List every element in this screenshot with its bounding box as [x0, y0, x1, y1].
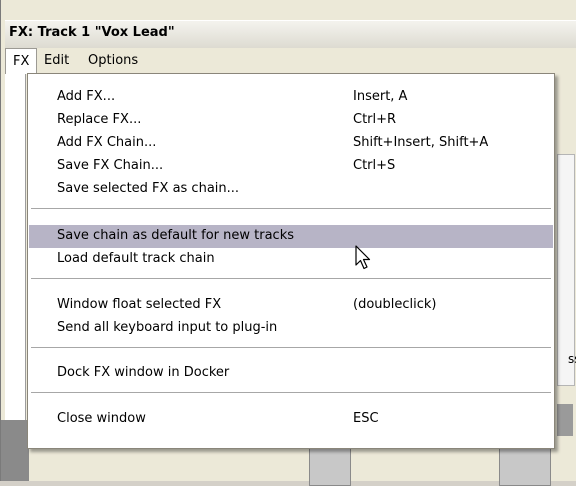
menu-item-save-chain-default[interactable]: Save chain as default for new tracks	[29, 225, 553, 248]
menu-item-label: Load default track chain	[57, 251, 215, 266]
bottom-control[interactable]	[499, 444, 551, 486]
menu-item-window-float[interactable]: Window float selected FX (doubleclick)	[29, 294, 553, 317]
right-panel	[553, 74, 576, 481]
menu-item-save-fx-chain[interactable]: Save FX Chain... Ctrl+S	[29, 155, 553, 178]
menu-item-replace-fx[interactable]: Replace FX... Ctrl+R	[29, 109, 553, 132]
menu-item-shortcut: Insert, A	[353, 89, 408, 104]
menu-item-shortcut: ESC	[353, 411, 379, 426]
menu-options[interactable]: Options	[81, 48, 145, 74]
menu-item-label: Send all keyboard input to plug-in	[57, 320, 278, 335]
title-bar[interactable]: FX: Track 1 "Vox Lead"	[5, 20, 576, 49]
menu-item-label: Save FX Chain...	[57, 158, 164, 173]
menu-item-label: Window float selected FX	[57, 297, 222, 312]
menu-item-shortcut: (doubleclick)	[353, 297, 437, 312]
partial-label: ss	[568, 352, 576, 366]
menu-item-shortcut: Shift+Insert, Shift+A	[353, 135, 489, 150]
window-title: FX: Track 1 "Vox Lead"	[9, 25, 175, 40]
menu-bar: FX Edit Options	[5, 48, 576, 74]
menu-item-label: Replace FX...	[57, 112, 142, 127]
menu-item-label: Save selected FX as chain...	[57, 181, 240, 196]
menu-item-label: Save chain as default for new tracks	[57, 228, 294, 243]
menu-item-shortcut: Ctrl+S	[353, 158, 396, 173]
fx-dropdown-menu: Add FX... Insert, A Replace FX... Ctrl+R…	[27, 73, 555, 449]
bottom-control[interactable]	[309, 444, 351, 486]
menu-separator	[31, 208, 551, 209]
menu-item-add-fx[interactable]: Add FX... Insert, A	[29, 86, 553, 109]
menu-edit[interactable]: Edit	[37, 48, 76, 74]
menu-item-label: Close window	[57, 411, 146, 426]
menu-item-send-keyboard-input[interactable]: Send all keyboard input to plug-in	[29, 317, 553, 340]
menu-item-label: Dock FX window in Docker	[57, 365, 230, 380]
menu-item-label: Add FX Chain...	[57, 135, 157, 150]
menu-item-label: Add FX...	[57, 89, 116, 104]
menu-separator	[31, 278, 551, 279]
menu-item-load-default-chain[interactable]: Load default track chain	[29, 248, 553, 271]
menu-item-close-window[interactable]: Close window ESC	[29, 408, 553, 431]
arrow-cursor-icon	[355, 245, 371, 270]
menu-separator	[31, 392, 551, 393]
grey-border	[1, 420, 29, 481]
menu-separator	[31, 347, 551, 348]
menu-item-dock-fx-window[interactable]: Dock FX window in Docker	[29, 362, 553, 385]
menu-item-shortcut: Ctrl+R	[353, 112, 397, 127]
menu-fx[interactable]: FX	[5, 48, 38, 74]
menu-item-save-selected-fx[interactable]: Save selected FX as chain...	[29, 178, 553, 201]
menu-item-add-fx-chain[interactable]: Add FX Chain... Shift+Insert, Shift+A	[29, 132, 553, 155]
